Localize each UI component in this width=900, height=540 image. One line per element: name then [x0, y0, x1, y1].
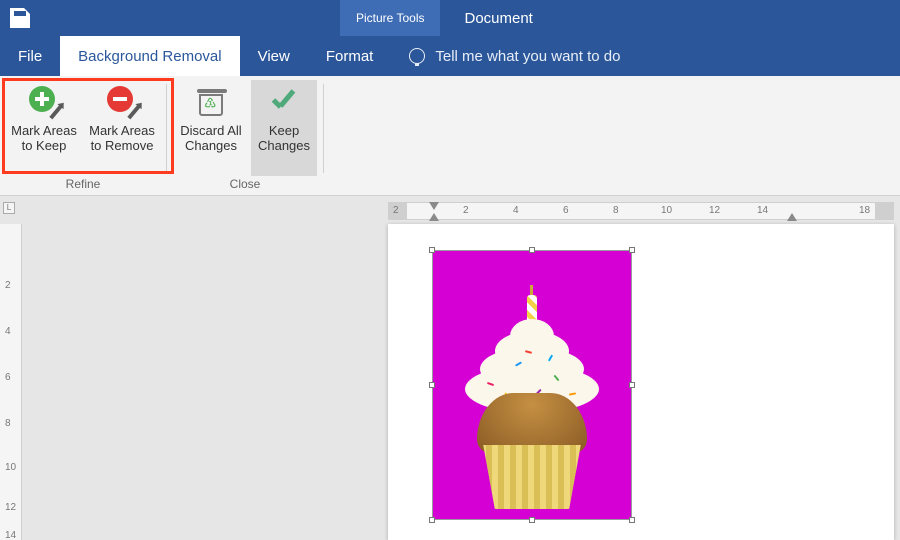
- ruler-tick-label: 12: [709, 205, 720, 216]
- document-page[interactable]: [388, 224, 894, 540]
- document-title: Document: [440, 0, 556, 36]
- ruler-tick-label: 6: [563, 205, 569, 216]
- resize-handle[interactable]: [529, 517, 535, 523]
- horizontal-ruler[interactable]: 2 2 4 6 8 10 12 14 18: [388, 202, 894, 220]
- tell-me-search[interactable]: Tell me what you want to do: [409, 36, 620, 76]
- ruler-tick-label: 2: [393, 205, 399, 216]
- ruler-tick-label: 14: [757, 205, 768, 216]
- ruler-tick-label: 6: [5, 372, 11, 383]
- ruler-margin-right[interactable]: [875, 203, 893, 219]
- keep-changes-button[interactable]: Keep Changes: [251, 80, 317, 176]
- group-label-refine: Refine: [66, 177, 101, 193]
- resize-handle[interactable]: [629, 517, 635, 523]
- save-icon[interactable]: [10, 8, 30, 28]
- resize-handle[interactable]: [629, 247, 635, 253]
- ruler-tick-label: 18: [859, 205, 870, 216]
- group-label-close: Close: [230, 177, 261, 193]
- resize-handle[interactable]: [429, 247, 435, 253]
- ribbon-group-close: Discard All Changes Keep Changes Close: [167, 76, 323, 195]
- vertical-ruler[interactable]: 2 4 6 8 10 12 14: [0, 224, 22, 540]
- tell-me-placeholder: Tell me what you want to do: [435, 48, 620, 65]
- ruler-tick-label: 2: [463, 205, 469, 216]
- hanging-indent-marker[interactable]: [429, 213, 439, 221]
- tab-view[interactable]: View: [240, 36, 308, 76]
- button-label: Mark Areas: [89, 124, 155, 139]
- ruler-tick-label: 12: [5, 502, 16, 513]
- ruler-tick-label: 4: [5, 326, 11, 337]
- resize-handle[interactable]: [429, 382, 435, 388]
- ruler-tick-label: 4: [513, 205, 519, 216]
- resize-handle[interactable]: [629, 382, 635, 388]
- resize-handle[interactable]: [529, 247, 535, 253]
- tab-background-removal[interactable]: Background Removal: [60, 36, 239, 76]
- ruler-tick-label: 14: [5, 530, 16, 540]
- right-indent-marker[interactable]: [787, 213, 797, 221]
- checkmark-icon: [267, 86, 301, 120]
- trash-icon: [194, 86, 228, 120]
- lightbulb-icon: [409, 48, 425, 64]
- image-foreground-cupcake: [457, 289, 607, 509]
- ruler-corner: L: [3, 202, 15, 214]
- plus-circle-icon: [27, 86, 61, 120]
- button-label: to Keep: [22, 139, 67, 154]
- button-label: Mark Areas: [11, 124, 77, 139]
- button-label: Changes: [258, 139, 310, 154]
- ruler-tick-label: 8: [5, 418, 11, 429]
- ruler-tick-label: 10: [661, 205, 672, 216]
- title-bar: Picture Tools Document: [0, 0, 900, 36]
- selected-image[interactable]: [432, 250, 632, 520]
- first-line-indent-marker[interactable]: [429, 202, 439, 210]
- minus-circle-icon: [105, 86, 139, 120]
- ribbon-tabs: File Background Removal View Format Tell…: [0, 36, 900, 76]
- tab-format[interactable]: Format: [308, 36, 392, 76]
- ruler-tick-label: 8: [613, 205, 619, 216]
- button-label: Changes: [185, 139, 237, 154]
- document-workspace: L 2 2 4 6 8 10 12 14 18 2 4 6 8 10 12 14: [0, 196, 900, 540]
- tab-file[interactable]: File: [0, 36, 60, 76]
- button-label: Discard All: [180, 124, 241, 139]
- mark-areas-to-remove-button[interactable]: Mark Areas to Remove: [84, 80, 160, 176]
- ruler-tick-label: 10: [5, 462, 16, 473]
- ribbon-divider: [323, 84, 324, 173]
- resize-handle[interactable]: [429, 517, 435, 523]
- button-label: Keep: [269, 124, 299, 139]
- button-label: to Remove: [91, 139, 154, 154]
- ribbon: Mark Areas to Keep Mark Areas to Remove …: [0, 76, 900, 196]
- ruler-tick-label: 2: [5, 280, 11, 291]
- discard-all-changes-button[interactable]: Discard All Changes: [173, 80, 249, 176]
- contextual-tab-picture-tools[interactable]: Picture Tools: [340, 0, 440, 36]
- mark-areas-to-keep-button[interactable]: Mark Areas to Keep: [6, 80, 82, 176]
- ribbon-group-refine: Mark Areas to Keep Mark Areas to Remove …: [0, 76, 166, 195]
